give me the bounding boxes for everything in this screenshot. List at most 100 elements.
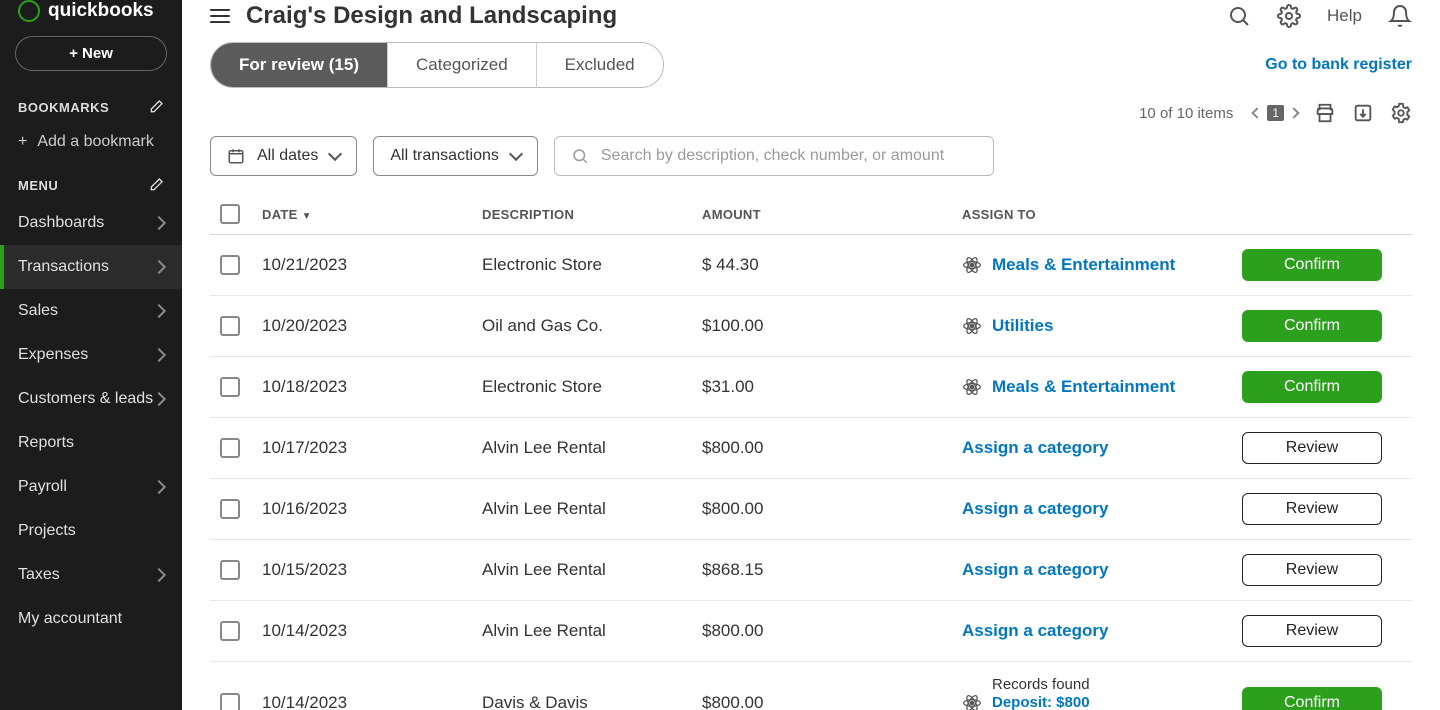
col-description[interactable]: DESCRIPTION [482,207,702,222]
pager: 1 [1253,105,1298,121]
assign-link[interactable]: Meals & Entertainment [992,255,1175,275]
sidebar-item-dashboards[interactable]: Dashboards [0,201,182,245]
col-date[interactable]: DATE▼ [262,207,482,222]
transactions-table: DATE▼ DESCRIPTION AMOUNT ASSIGN TO 10/21… [210,194,1412,710]
confirm-button[interactable]: Confirm [1242,687,1382,710]
assign-category-link[interactable]: Assign a category [962,560,1108,580]
pager-next-icon[interactable] [1288,107,1299,118]
add-bookmark[interactable]: + Add a bookmark [0,123,182,169]
table-row[interactable]: 10/14/2023Davis & Davis$800.00Records fo… [210,662,1412,710]
cell-assign: Meals & Entertainment [962,255,1242,275]
col-assign[interactable]: ASSIGN TO [962,207,1242,222]
cell-amount: $868.15 [702,560,902,580]
row-checkbox[interactable] [220,377,240,397]
table-row[interactable]: 10/18/2023Electronic Store$31.00 Meals & … [210,357,1412,418]
table-row[interactable]: 10/14/2023Alvin Lee Rental$800.00Assign … [210,601,1412,662]
gear-icon[interactable] [1277,4,1301,28]
pager-prev-icon[interactable] [1252,107,1263,118]
export-icon[interactable] [1352,102,1374,124]
assign-category-link[interactable]: Assign a category [962,499,1108,519]
sidebar-item-label: My accountant [18,610,122,628]
cell-description: Alvin Lee Rental [482,438,702,458]
help-link[interactable]: Help [1327,6,1362,26]
search-input[interactable] [601,147,977,165]
cell-assign: Utilities [962,316,1242,336]
cell-assign: Assign a category [962,438,1242,458]
select-all-checkbox[interactable] [220,204,240,224]
cell-date: 10/18/2023 [262,377,482,397]
row-checkbox[interactable] [220,560,240,580]
cell-assign: Records foundDeposit: $800Deposit: $800 [962,676,1242,710]
row-checkbox[interactable] [220,438,240,458]
confirm-button[interactable]: Confirm [1242,371,1382,403]
sidebar-item-expenses[interactable]: Expenses [0,333,182,377]
plus-icon: + [18,133,27,151]
col-amount[interactable]: AMOUNT [702,207,902,222]
search-icon [571,147,589,165]
review-button[interactable]: Review [1242,493,1382,525]
cell-description: Alvin Lee Rental [482,560,702,580]
settings-gear-icon[interactable] [1390,102,1412,124]
bank-register-link[interactable]: Go to bank register [1265,56,1412,74]
transaction-filter-label: All transactions [390,147,499,165]
pencil-icon[interactable] [148,99,164,115]
tabs: For review (15)CategorizedExcluded [210,42,664,88]
transaction-filter[interactable]: All transactions [373,136,538,176]
cell-amount: $800.00 [702,693,902,710]
cell-description: Oil and Gas Co. [482,316,702,336]
sidebar-item-payroll[interactable]: Payroll [0,465,182,509]
cell-description: Electronic Store [482,377,702,397]
pencil-icon[interactable] [148,177,164,193]
sidebar-item-taxes[interactable]: Taxes [0,553,182,597]
assign-category-link[interactable]: Assign a category [962,621,1108,641]
print-icon[interactable] [1314,102,1336,124]
review-button[interactable]: Review [1242,554,1382,586]
table-row[interactable]: 10/17/2023Alvin Lee Rental$800.00Assign … [210,418,1412,479]
hamburger-icon[interactable] [210,9,230,23]
confirm-button[interactable]: Confirm [1242,249,1382,281]
record-link[interactable]: Deposit: $800 [992,694,1090,710]
brand-logo-mark [18,0,40,22]
confirm-button[interactable]: Confirm [1242,310,1382,342]
table-row[interactable]: 10/21/2023Electronic Store$ 44.30Meals &… [210,235,1412,296]
assign-link[interactable]: Meals & Entertainment [992,377,1175,397]
cell-date: 10/15/2023 [262,560,482,580]
table-row[interactable]: 10/16/2023Alvin Lee Rental$800.00Assign … [210,479,1412,540]
sidebar-item-customers-leads[interactable]: Customers & leads [0,377,182,421]
tab-excluded[interactable]: Excluded [537,43,663,87]
tab-categorized[interactable]: Categorized [388,43,537,87]
new-button[interactable]: + New [15,36,167,71]
list-toolbar: 10 of 10 items 1 [182,88,1440,130]
row-checkbox[interactable] [220,316,240,336]
table-row[interactable]: 10/20/2023Oil and Gas Co.$100.00Utilitie… [210,296,1412,357]
search-box[interactable] [554,136,994,176]
review-button[interactable]: Review [1242,432,1382,464]
sidebar-item-label: Reports [18,434,74,452]
records-found: Records foundDeposit: $800Deposit: $800 [992,676,1090,710]
cell-date: 10/14/2023 [262,621,482,641]
assign-link[interactable]: Utilities [992,316,1053,336]
filters-row: All dates All transactions [182,130,1440,194]
table-row[interactable]: 10/15/2023Alvin Lee Rental$868.15 Assign … [210,540,1412,601]
row-checkbox[interactable] [220,621,240,641]
sidebar-item-projects[interactable]: Projects [0,509,182,553]
cell-amount: $ 44.30 [702,255,902,275]
assign-category-link[interactable]: Assign a category [962,438,1108,458]
sidebar-item-reports[interactable]: Reports [0,421,182,465]
tab-for-review-[interactable]: For review (15) [211,43,388,87]
sidebar-item-transactions[interactable]: Transactions [0,245,182,289]
sidebar-item-sales[interactable]: Sales [0,289,182,333]
atom-icon [962,255,982,275]
row-checkbox[interactable] [220,693,240,710]
atom-icon [962,316,982,336]
row-checkbox[interactable] [220,499,240,519]
calendar-icon [227,147,245,165]
search-icon[interactable] [1227,4,1251,28]
sidebar-item-my-accountant[interactable]: My accountant [0,597,182,641]
row-checkbox[interactable] [220,255,240,275]
date-filter[interactable]: All dates [210,136,357,176]
bell-icon[interactable] [1388,4,1412,28]
table-header: DATE▼ DESCRIPTION AMOUNT ASSIGN TO [210,194,1412,235]
review-button[interactable]: Review [1242,615,1382,647]
cell-amount: $31.00 [702,377,902,397]
